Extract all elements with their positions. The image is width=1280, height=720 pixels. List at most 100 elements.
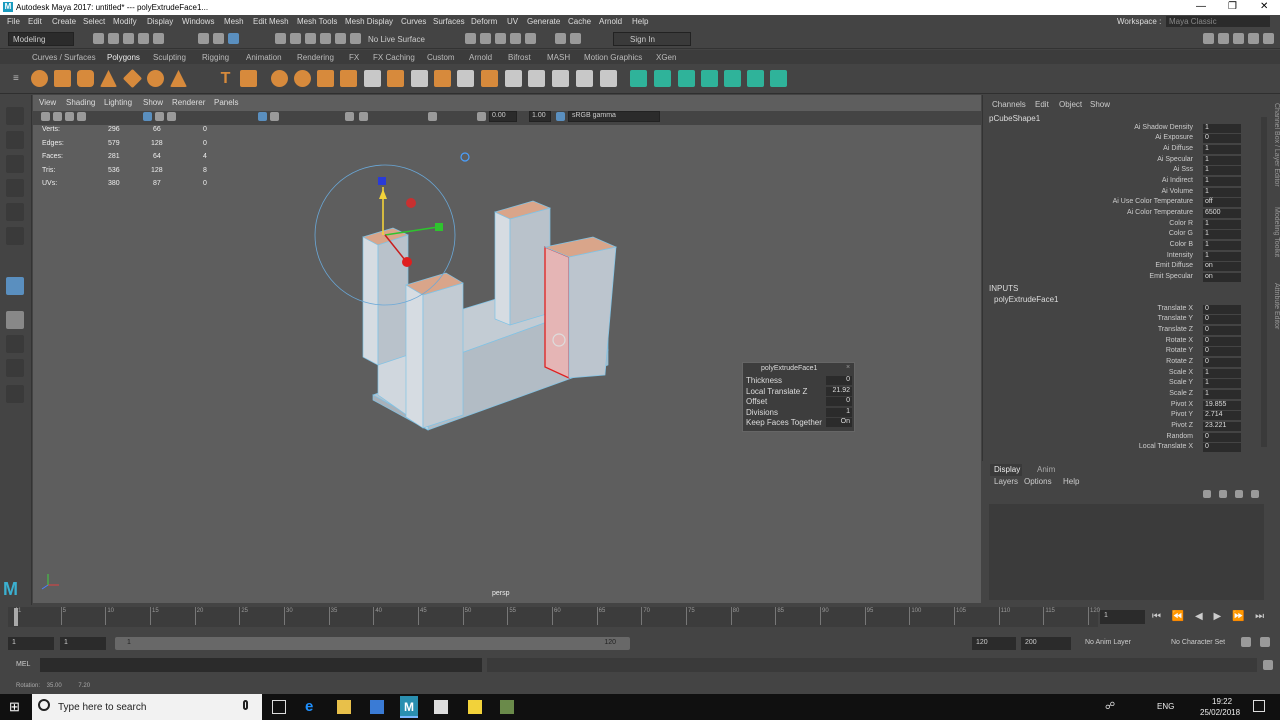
vp-menu-shading[interactable]: Shading [66,98,95,107]
menu-curves[interactable]: Curves [401,17,426,26]
channel-value-field[interactable]: 0 [1203,304,1241,314]
gamma-field[interactable]: 1.00 [529,111,551,122]
channel-value-field[interactable]: 1 [1203,368,1241,378]
channel-value-field[interactable]: 1 [1203,240,1241,250]
layer-tab-display[interactable]: Display [990,464,1022,476]
resolution-gate-icon[interactable] [167,112,176,121]
channel-label[interactable]: Random [1167,433,1193,440]
tool-settings-icon[interactable] [1248,33,1259,44]
time-slider[interactable]: 1 5 10 15 20 25 30 35 40 45 50 55 60 65 70 75 80 85 90 95 10… [0,605,1280,631]
windows-start-icon[interactable]: ⊞ [9,699,20,715]
unfold-uv-icon[interactable] [747,70,764,87]
channel-value-field[interactable]: 0 [1203,347,1241,357]
channel-value-field[interactable]: on [1203,273,1241,283]
camera-attr-icon[interactable] [53,112,62,121]
poly-type-icon[interactable]: T [217,70,234,87]
iv-row-local-translate-z[interactable]: Local Translate Z 21.92 [746,386,852,397]
edge-browser-icon[interactable]: e [305,699,319,714]
channel-value-field[interactable]: 0 [1203,315,1241,325]
channel-label[interactable]: Rotate X [1166,337,1193,344]
camera-select-icon[interactable] [41,112,50,121]
channel-label[interactable]: Scale Y [1169,379,1193,386]
shelf-tab-fx-caching[interactable]: FX Caching [373,53,415,62]
channel-value-field[interactable]: 1 [1203,176,1241,186]
iv-row-divisions[interactable]: Divisions 1 [746,407,852,418]
taskbar-search-box[interactable]: Type here to search [32,694,262,720]
channel-label[interactable]: Pivot X [1171,401,1193,408]
render-frame-icon[interactable] [480,33,491,44]
shelf-tab-bifrost[interactable]: Bifrost [508,53,531,62]
combine-icon[interactable] [271,70,288,87]
cb-scrollbar[interactable] [1261,117,1267,447]
shelf-tab-rendering[interactable]: Rendering [297,53,334,62]
poly-torus-icon[interactable] [147,70,164,87]
sticky-notes-icon[interactable] [468,700,482,714]
render-settings-icon[interactable] [510,33,521,44]
open-scene-icon[interactable] [108,33,119,44]
channel-label[interactable]: Translate Z [1158,326,1193,333]
anim-end-field[interactable]: 120 [972,637,1016,650]
file-explorer-icon[interactable] [337,700,351,714]
channel-label[interactable]: Pivot Y [1171,411,1193,418]
shelf-menu-icon[interactable]: ≡ [13,73,19,84]
vp-menu-show[interactable]: Show [143,98,163,107]
select-tool-icon[interactable] [6,107,24,125]
multi-cut-icon[interactable] [505,70,522,87]
channel-box-icon[interactable] [1263,33,1274,44]
channel-label[interactable]: Ai Volume [1161,188,1193,195]
move-layer-down-icon[interactable] [1219,490,1227,498]
hypershade-icon[interactable] [525,33,536,44]
poly-cylinder-icon[interactable] [77,70,94,87]
maximize-icon[interactable]: ❐ [1228,1,1237,12]
render-history-icon[interactable] [465,33,476,44]
select-object-icon[interactable] [213,33,224,44]
new-scene-icon[interactable] [93,33,104,44]
channel-label[interactable]: Ai Indirect [1162,177,1193,184]
shelf-tab-fx[interactable]: FX [349,53,359,62]
new-empty-layer-icon[interactable] [1235,490,1243,498]
channel-row[interactable]: Emit Diffuse on [983,262,1253,273]
vp-menu-lighting[interactable]: Lighting [104,98,132,107]
single-view-icon[interactable] [6,311,24,329]
side-tab-channel-box[interactable]: Channel Box / Layer Editor [1270,103,1280,203]
poly-plane-icon[interactable] [122,68,143,89]
shelf-tab-sculpting[interactable]: Sculpting [153,53,186,62]
menu-mesh-display[interactable]: Mesh Display [345,17,393,26]
shelf-tab-rigging[interactable]: Rigging [202,53,229,62]
menu-select[interactable]: Select [83,17,105,26]
channel-row[interactable]: Pivot Y 2.714 [983,411,1253,422]
bookmark-icon[interactable] [65,112,74,121]
channel-row[interactable]: Pivot Z 23.221 [983,421,1253,433]
channel-label[interactable]: Translate Y [1158,315,1193,322]
store-icon[interactable] [370,700,384,714]
cb-menu-channels[interactable]: Channels [992,100,1026,109]
fill-hole-icon[interactable] [481,70,498,87]
channel-row[interactable]: Ai Color Temperature 6500 [983,208,1253,220]
channel-value-field[interactable]: 1 [1203,219,1241,229]
redo-icon[interactable] [153,33,164,44]
channel-value-field[interactable]: 0 [1203,443,1241,453]
shelf-tab-animation[interactable]: Animation [246,53,282,62]
smooth-icon[interactable] [317,70,334,87]
channel-label[interactable]: Intensity [1167,252,1193,259]
vp-menu-renderer[interactable]: Renderer [172,98,205,107]
task-view-icon[interactable] [272,700,286,714]
last-tool-icon[interactable] [6,277,24,295]
channel-row[interactable]: Translate Z 0 [983,325,1253,337]
range-bar[interactable]: 1 120 [115,637,630,650]
channel-row[interactable]: Random 0 [983,432,1253,444]
merge-icon[interactable] [457,70,474,87]
shape-node-name[interactable]: pCubeShape1 [989,114,1040,123]
channel-value-field[interactable]: 23.221 [1203,421,1241,431]
menu-display[interactable]: Display [147,17,173,26]
modeling-toolkit-icon[interactable] [1218,33,1229,44]
channel-label[interactable]: Ai Specular [1157,156,1193,163]
isolate-select-icon[interactable] [428,112,437,121]
bridge-icon[interactable] [411,70,428,87]
current-frame-field[interactable]: 1 [1100,610,1145,624]
live-surface-label[interactable]: No Live Surface [368,35,425,44]
poly-cone-icon[interactable] [100,70,117,87]
channel-value-field[interactable]: 19.855 [1203,400,1241,410]
channel-value-field[interactable]: 0 [1203,336,1241,346]
channel-row[interactable]: Rotate Z 0 [983,357,1253,369]
